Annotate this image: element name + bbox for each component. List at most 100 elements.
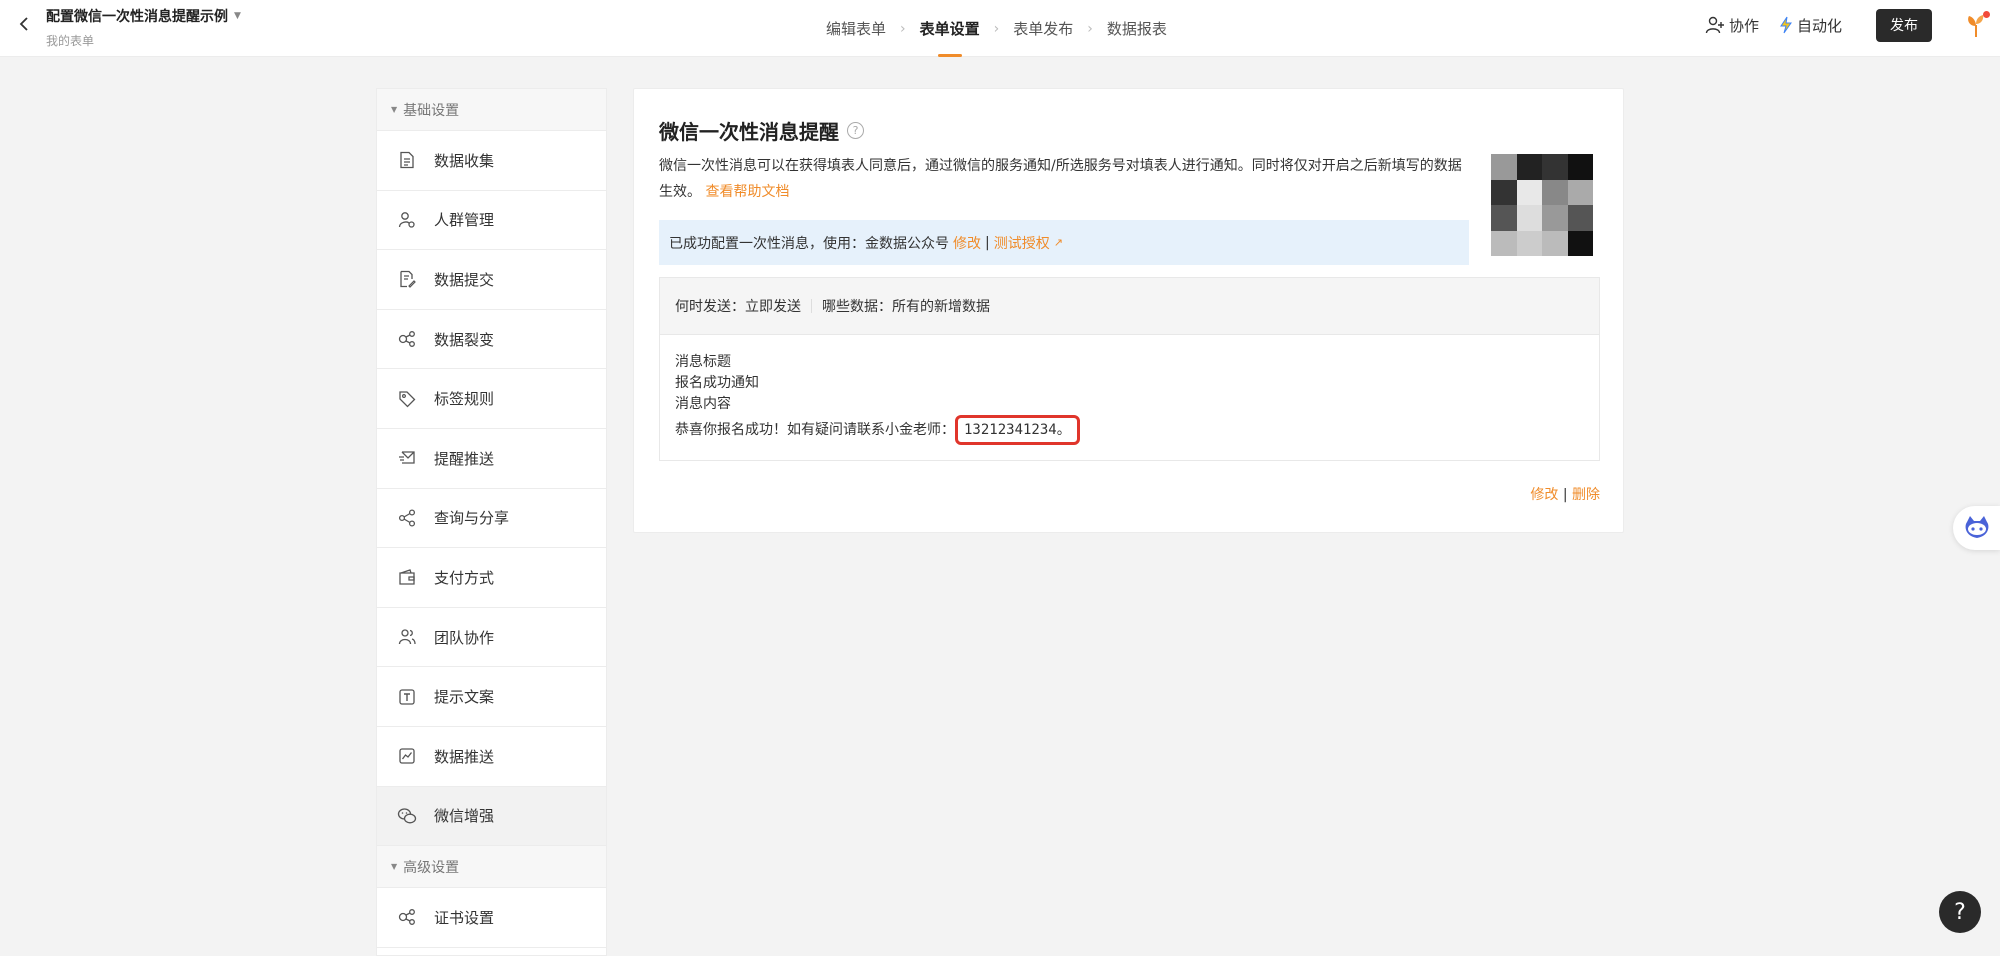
chevron-right-icon: › — [1087, 20, 1093, 37]
sidebar-item-data-push[interactable]: 数据推送 — [377, 727, 606, 787]
tab-form-publish[interactable]: 表单发布 — [1013, 0, 1073, 57]
text-box-icon — [397, 687, 417, 707]
sidebar-item-wechat-enhance[interactable]: 微信增强 — [377, 786, 606, 847]
share-nodes-icon — [397, 329, 417, 349]
card-title-text: 微信一次性消息提醒 — [659, 120, 839, 144]
add-user-icon — [1705, 16, 1724, 34]
message-config-body: 消息标题 报名成功通知 消息内容 恭喜你报名成功！如有疑问请联系小金老师： 132… — [660, 335, 1599, 462]
chevron-right-icon: › — [993, 20, 1000, 37]
user-settings-icon — [397, 210, 417, 230]
message-title-label: 消息标题 — [675, 354, 731, 370]
delete-link[interactable]: 删除 — [1572, 487, 1600, 503]
chart-line-icon — [397, 746, 417, 766]
tab-data-report[interactable]: 数据报表 — [1107, 0, 1167, 57]
qr-cell — [1491, 154, 1517, 180]
sidebar-item-crowd-management[interactable]: 人群管理 — [377, 191, 606, 251]
edit-link[interactable]: 修改 — [1530, 487, 1558, 503]
tab-edit-form[interactable]: 编辑表单 — [826, 0, 886, 57]
qr-cell — [1491, 205, 1517, 231]
assistant-bot-icon[interactable] — [1953, 506, 2000, 550]
sidebar-item-query-share[interactable]: 查询与分享 — [377, 489, 606, 549]
qr-cell — [1542, 230, 1568, 256]
notice-edit-link[interactable]: 修改 — [953, 233, 981, 253]
sidebar-item-payment[interactable]: 支付方式 — [377, 548, 606, 608]
breadcrumb[interactable]: 我的表单 — [46, 32, 241, 49]
wallet-icon — [397, 567, 417, 587]
triangle-down-icon: ▼ — [391, 105, 398, 114]
automation-button[interactable]: 自动化 — [1779, 15, 1842, 36]
sidebar-item-label: 数据裂变 — [434, 330, 495, 349]
sidebar-item-prompt-text[interactable]: 提示文案 — [377, 667, 606, 727]
back-arrow-icon[interactable] — [14, 14, 34, 34]
message-title-value: 报名成功通知 — [675, 375, 759, 391]
test-auth-link[interactable]: 测试授权 — [994, 233, 1050, 253]
sidebar-item-tag-rules[interactable]: 标签规则 — [377, 369, 606, 429]
sidebar-item-label: 人群管理 — [434, 211, 495, 230]
chevron-right-icon: › — [900, 20, 906, 37]
sidebar-item-data-collection[interactable]: 数据收集 — [377, 131, 606, 191]
highlighted-phone-number: 13212341234。 — [955, 415, 1080, 445]
card-title: 微信一次性消息提醒 ? — [659, 116, 864, 145]
message-content-label: 消息内容 — [675, 396, 731, 412]
sidebar-item-certificate[interactable]: 证书设置 — [377, 888, 606, 948]
sidebar-item-data-submit[interactable]: 数据提交 — [377, 250, 606, 310]
form-title[interactable]: 配置微信一次性消息提醒示例 ▼ — [46, 6, 241, 26]
help-button[interactable]: ? — [1939, 891, 1981, 933]
form-title-block: 配置微信一次性消息提醒示例 ▼ 我的表单 — [46, 6, 241, 49]
document-icon — [397, 150, 417, 170]
sidebar-item-label: 证书设置 — [434, 908, 495, 927]
sidebar-item-team-collab[interactable]: 团队协作 — [377, 608, 606, 668]
card-description: 微信一次性消息可以在获得填表人同意后，通过微信的服务通知/所选服务号对填表人进行… — [659, 153, 1469, 205]
notice-text: 已成功配置一次性消息，使用：金数据公众号 — [669, 235, 949, 252]
help-circle-icon[interactable]: ? — [847, 122, 864, 139]
sidebar-item-reminder-push[interactable]: 提醒推送 — [377, 429, 606, 489]
notification-dot — [1983, 11, 1990, 18]
message-config-box: 何时发送：立即发送 哪些数据：所有的新增数据 消息标题 报名成功通知 消息内容 … — [659, 277, 1600, 461]
wechat-icon — [397, 806, 417, 826]
data-scope-label: 哪些数据：所有的新增数据 — [822, 299, 990, 315]
help-doc-link[interactable]: 查看帮助文档 — [705, 184, 789, 200]
triangle-down-icon: ▼ — [391, 862, 398, 872]
separator: | — [985, 234, 990, 251]
brand-logo-icon[interactable] — [1962, 11, 1990, 39]
group-label: 高级设置 — [403, 859, 460, 876]
group-label: 基础设置 — [403, 102, 460, 119]
team-icon — [397, 627, 417, 647]
sidebar-item-data-fission[interactable]: 数据裂变 — [377, 310, 606, 370]
message-content-value: 恭喜你报名成功！如有疑问请联系小金老师： 13212341234。 — [675, 415, 1584, 445]
automation-label: 自动化 — [1796, 16, 1842, 35]
wechat-notice-card: 微信一次性消息提醒 ? 微信一次性消息可以在获得填表人同意后，通过微信的服务通知… — [633, 88, 1624, 533]
message-config-header: 何时发送：立即发送 哪些数据：所有的新增数据 — [660, 278, 1599, 335]
sidebar-item-label: 标签规则 — [434, 390, 495, 409]
step-nav: 编辑表单 › 表单设置 › 表单发布 › 数据报表 — [826, 0, 1167, 57]
collab-button[interactable]: 协作 — [1705, 15, 1759, 36]
sidebar-item-label: 支付方式 — [434, 568, 495, 587]
sidebar-item-label: 微信增强 — [434, 807, 495, 826]
chevron-down-icon[interactable]: ▼ — [234, 11, 241, 21]
sidebar-item-label: 数据提交 — [434, 270, 495, 289]
send-timing-label: 何时发送：立即发送 — [675, 299, 801, 315]
document-edit-icon — [397, 269, 417, 289]
group-advanced-settings[interactable]: ▼ 高级设置 — [377, 846, 606, 889]
qr-cell — [1567, 205, 1593, 231]
qr-cell — [1567, 154, 1593, 180]
publish-button[interactable]: 发布 — [1876, 8, 1932, 42]
sidebar-item-label: 数据收集 — [434, 151, 495, 170]
qr-cell — [1516, 205, 1542, 231]
tag-icon — [397, 389, 417, 409]
collab-label: 协作 — [1728, 16, 1759, 35]
group-basic-settings[interactable]: ▼ 基础设置 — [377, 89, 606, 131]
external-link-icon[interactable]: ↗ — [1054, 236, 1063, 249]
qr-cell — [1491, 230, 1517, 256]
form-title-text: 配置微信一次性消息提醒示例 — [46, 9, 228, 25]
settings-sidebar: ▼ 基础设置 数据收集 人群管理 数据提交 数据裂变 标签规则 提醒推送 查询与… — [376, 88, 607, 956]
tab-form-settings[interactable]: 表单设置 — [920, 0, 980, 57]
qr-code-image — [1491, 154, 1593, 256]
certificate-icon — [397, 907, 417, 927]
qr-cell — [1516, 154, 1542, 180]
qr-cell — [1542, 179, 1568, 205]
share-icon — [397, 508, 417, 528]
mail-send-icon — [397, 448, 417, 468]
top-bar: 配置微信一次性消息提醒示例 ▼ 我的表单 编辑表单 › 表单设置 › 表单发布 … — [0, 0, 2000, 57]
qr-cell — [1567, 179, 1593, 205]
